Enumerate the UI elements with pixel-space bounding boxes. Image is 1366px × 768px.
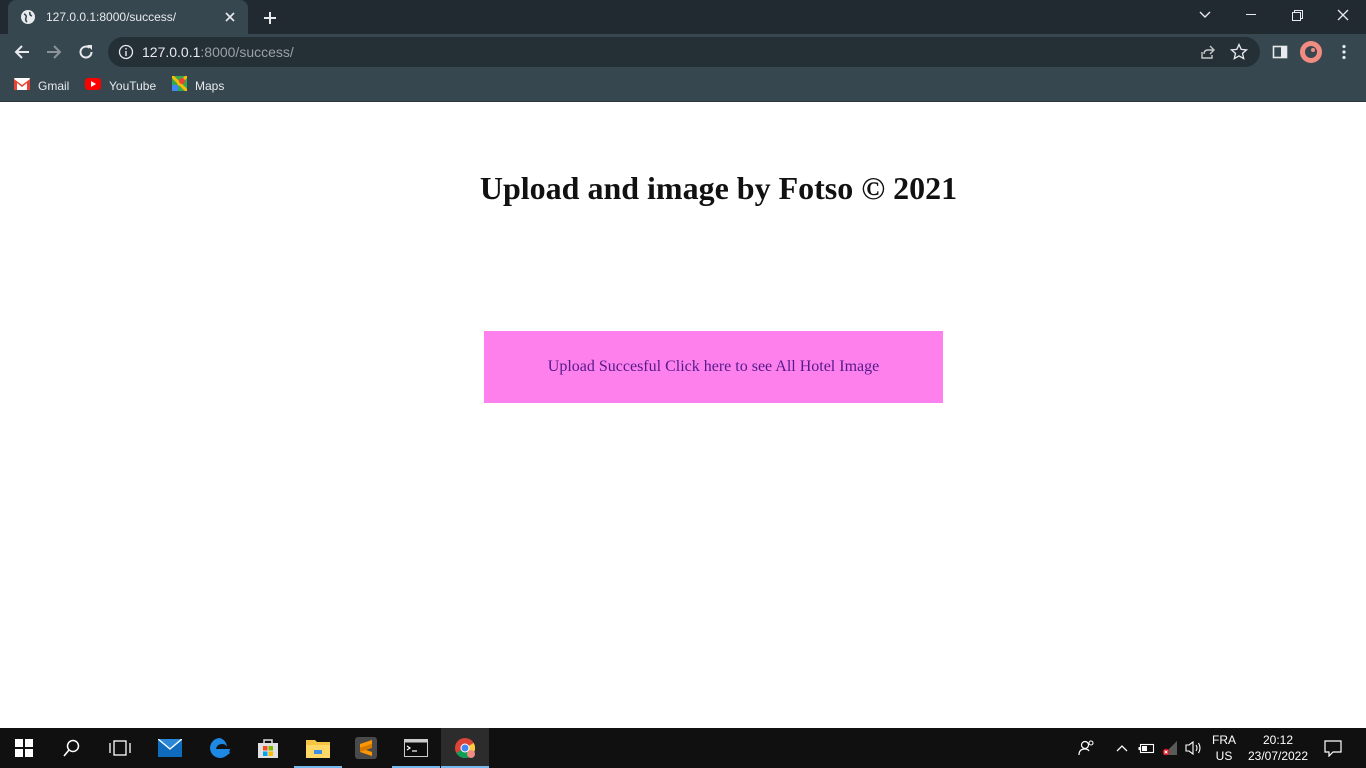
chrome-icon[interactable]	[441, 728, 489, 768]
notifications-icon[interactable]	[1323, 738, 1343, 758]
new-tab-button[interactable]	[258, 6, 282, 30]
terminal-icon[interactable]	[392, 728, 440, 768]
people-icon[interactable]	[1077, 738, 1097, 758]
forward-icon[interactable]	[40, 38, 68, 66]
search-icon[interactable]	[48, 728, 96, 768]
youtube-icon	[85, 77, 101, 95]
minimize-icon[interactable]	[1228, 0, 1274, 30]
file-explorer-icon[interactable]	[294, 728, 342, 768]
windows-taskbar: FRA US 20:12 23/07/2022	[0, 728, 1366, 768]
tab-strip: 127.0.0.1:8000/success/	[0, 0, 1366, 34]
input-language[interactable]: FRA US	[1208, 732, 1240, 764]
page-title: Upload and image by Fotso © 2021	[479, 170, 958, 206]
bookmarks-bar: Gmail YouTube Maps	[0, 70, 1366, 102]
site-info-icon[interactable]	[118, 44, 134, 60]
side-panel-icon[interactable]	[1266, 38, 1294, 66]
bookmark-maps[interactable]: Maps	[170, 74, 225, 96]
bookmark-gmail[interactable]: Gmail	[14, 76, 69, 96]
bookmark-label: Maps	[195, 79, 225, 93]
browser-tab[interactable]: 127.0.0.1:8000/success/	[8, 0, 248, 34]
battery-icon[interactable]	[1137, 738, 1157, 758]
clock-time: 20:12	[1262, 733, 1294, 747]
task-view-icon[interactable]	[96, 728, 144, 768]
bookmark-youtube[interactable]: YouTube	[85, 76, 156, 96]
success-link-text[interactable]: Upload Succesful Click here to see All H…	[548, 358, 879, 376]
restore-icon[interactable]	[1274, 0, 1320, 30]
bookmark-label: Gmail	[38, 79, 70, 93]
tab-title: 127.0.0.1:8000/success/	[46, 10, 177, 24]
tab-search-icon[interactable]	[1182, 0, 1228, 30]
share-icon[interactable]	[1200, 44, 1216, 60]
start-icon[interactable]	[0, 728, 48, 768]
url-host: 127.0.0.1	[142, 44, 201, 60]
sublime-text-icon[interactable]	[342, 728, 390, 768]
chevron-up-icon[interactable]	[1112, 738, 1132, 758]
profile-avatar[interactable]	[1300, 41, 1322, 63]
clock[interactable]: 20:12 23/07/2022	[1244, 732, 1312, 764]
address-bar[interactable]: 127.0.0.1:8000/success/	[108, 37, 1260, 67]
bookmark-star-icon[interactable]	[1229, 42, 1249, 61]
store-icon[interactable]	[244, 728, 292, 768]
browser-toolbar: 127.0.0.1:8000/success/	[0, 34, 1366, 70]
reload-icon[interactable]	[72, 38, 100, 66]
maps-icon	[170, 74, 189, 96]
bookmark-label: YouTube	[109, 79, 157, 93]
globe-icon	[20, 9, 36, 25]
volume-icon[interactable]	[1184, 738, 1204, 758]
success-box-link[interactable]: Upload Succesful Click here to see All H…	[484, 331, 943, 403]
menu-kebab-icon[interactable]	[1330, 38, 1358, 66]
url-text: 127.0.0.1:8000/success/	[142, 44, 294, 60]
network-disconnected-icon[interactable]	[1160, 738, 1180, 758]
back-icon[interactable]	[8, 38, 36, 66]
keyboard-layout: US	[1215, 749, 1233, 763]
gmail-icon	[14, 77, 30, 95]
close-window-icon[interactable]	[1320, 0, 1366, 30]
close-tab-icon[interactable]	[222, 9, 238, 25]
mail-icon[interactable]	[146, 728, 194, 768]
edge-icon[interactable]	[196, 728, 244, 768]
url-path: :8000/success/	[200, 44, 294, 60]
clock-date: 23/07/2022	[1247, 749, 1309, 763]
language-code: FRA	[1212, 733, 1236, 747]
